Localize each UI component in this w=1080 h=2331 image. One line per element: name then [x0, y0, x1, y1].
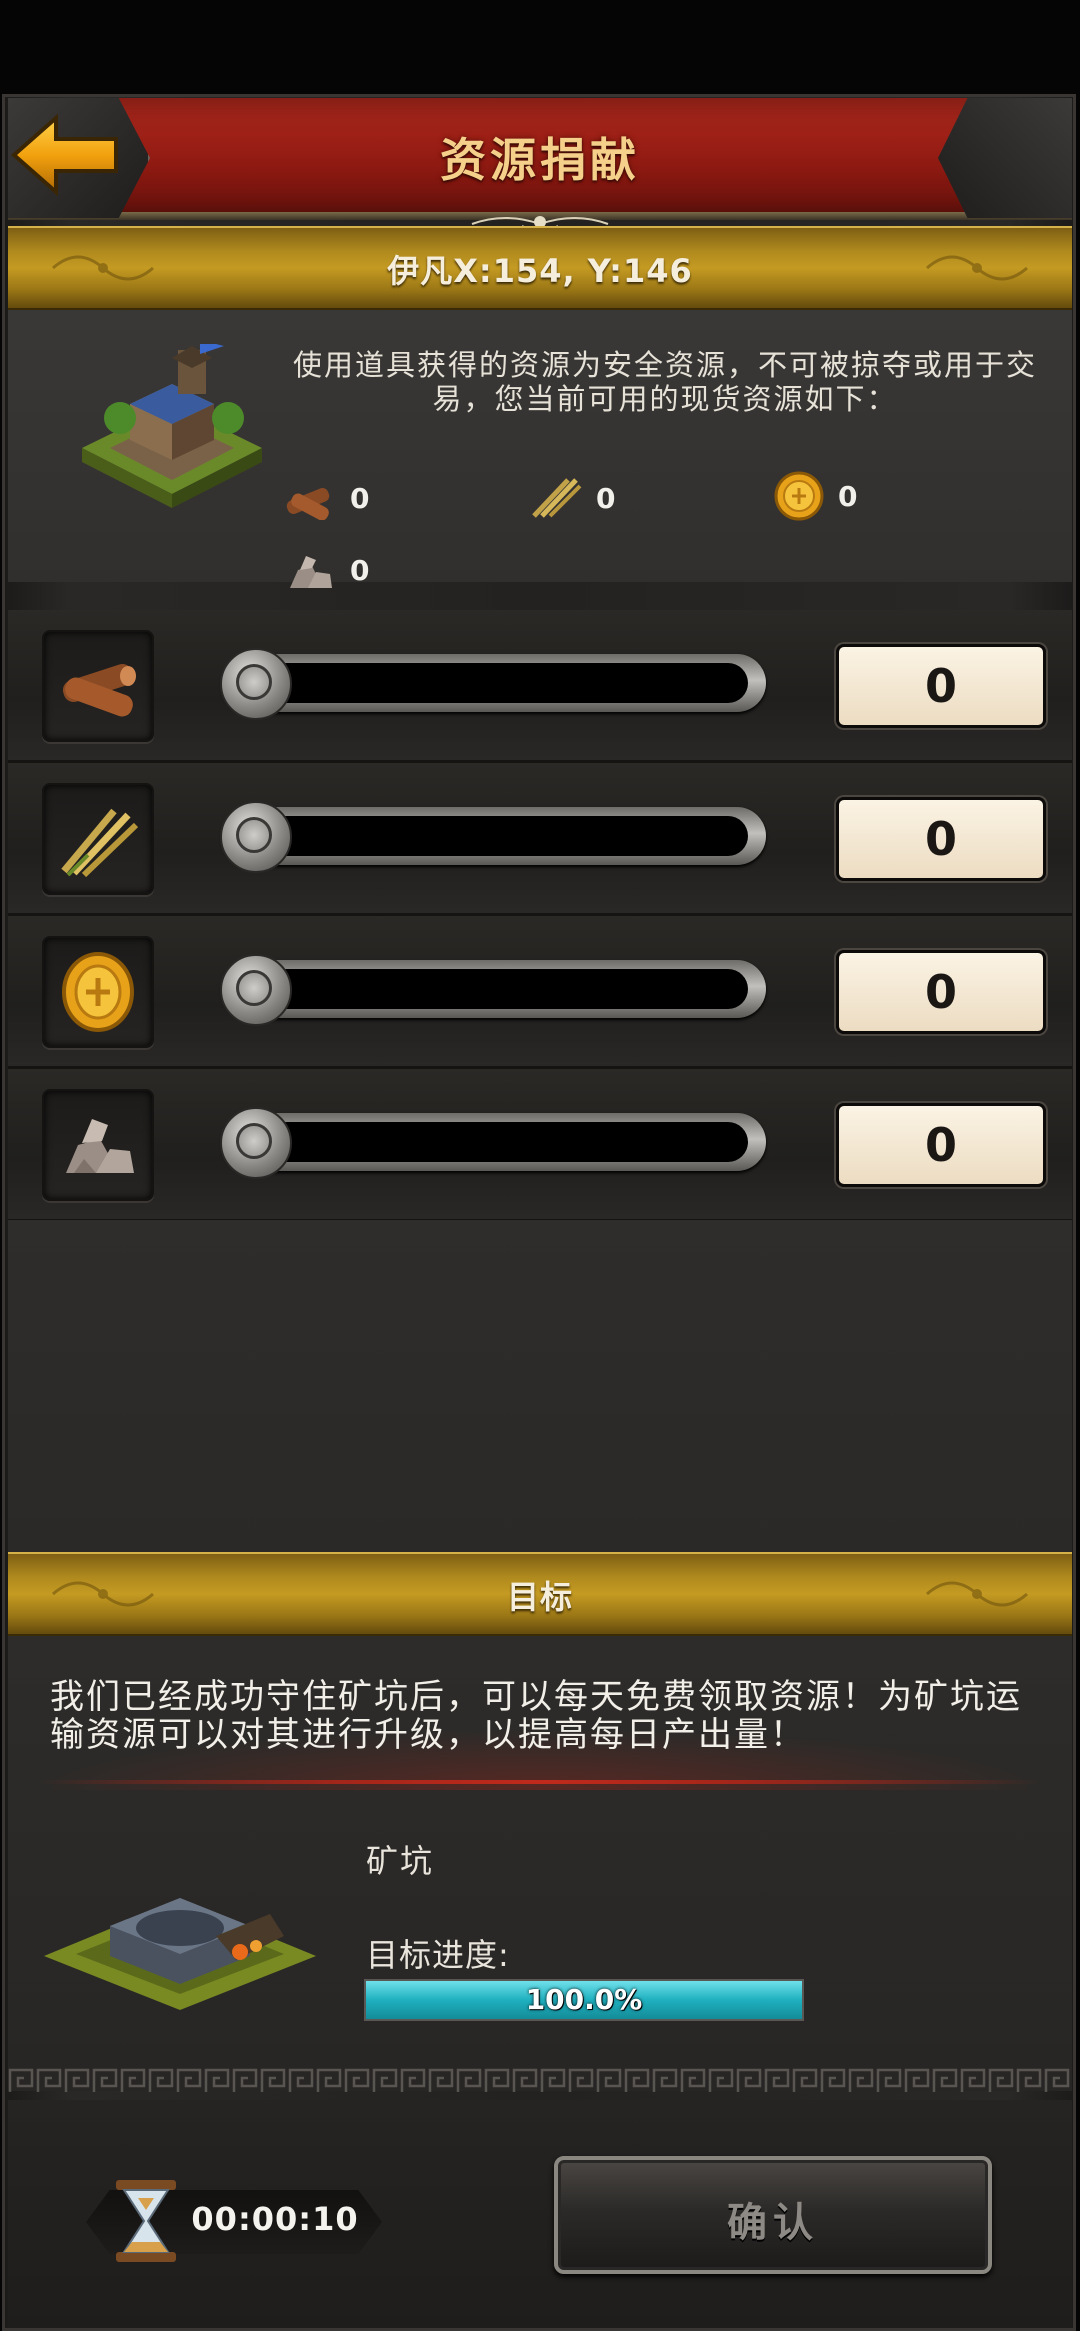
resource-icon-slot [42, 783, 154, 895]
wheat-icon [61, 808, 139, 878]
goal-divider [40, 1780, 1040, 1784]
target-progress-label: 目标进度: [366, 1936, 510, 1974]
stone-icon [290, 556, 332, 588]
gold-coin-icon [774, 471, 824, 521]
gold-slider-track[interactable] [222, 960, 766, 1018]
gold-amount-input[interactable]: 0 [836, 950, 1046, 1034]
goal-description: 我们已经成功守住矿坑后，可以每天免费领取资源！为矿坑运输资源可以对其进行升级，以… [50, 1677, 1022, 1755]
wheat-icon [532, 478, 582, 518]
warehouse-building-icon [82, 344, 262, 508]
stone-amount-input[interactable]: 0 [836, 1103, 1046, 1187]
available-wheat-value: 0 [596, 481, 616, 515]
resource-icon-slot [42, 936, 154, 1048]
location-coordinates: 伊凡X:154, Y:146 [387, 252, 693, 290]
wood-icon [62, 664, 136, 717]
available-wood: 0 [282, 476, 369, 520]
wood-slider-track[interactable] [222, 654, 766, 712]
wood-amount-input[interactable]: 0 [836, 644, 1046, 728]
confirm-label: 确认 [727, 2200, 819, 2246]
available-wheat: 0 [528, 476, 615, 520]
gold-slider-handle[interactable] [220, 954, 292, 1026]
empty-area [8, 1220, 1072, 1552]
confirm-button[interactable]: 确认 [554, 2156, 992, 2274]
progress-percentage: 100.0% [525, 1983, 643, 2016]
resource-icon-slot [42, 1089, 154, 1201]
goal-title: 目标 [506, 1578, 573, 1616]
target-progress-bar: 100.0% [364, 1979, 804, 2021]
info-description: 使用道具获得的资源为安全资源，不可被掠夺或用于交易，您当前可用的现货资源如下： [292, 348, 1037, 416]
resource-icon-slot [42, 630, 154, 742]
resource-row-stone: 0 [8, 1069, 1072, 1222]
wheat-slider-track[interactable] [222, 807, 766, 865]
available-gold: 0 [774, 470, 857, 522]
resource-row-wood: 0 [8, 610, 1072, 763]
resource-row-gold: 0 [8, 916, 1072, 1069]
page-title: 资源捐献 [440, 133, 640, 187]
wood-slider-handle[interactable] [220, 648, 292, 720]
resource-row-wheat: 0 [8, 763, 1072, 916]
stone-slider-handle[interactable] [220, 1107, 292, 1179]
timer-text: 00:00:10 [191, 2200, 359, 2238]
wheat-slider-handle[interactable] [220, 801, 292, 873]
available-stone-value: 0 [350, 553, 370, 587]
wood-icon [286, 488, 330, 520]
wheat-amount-input[interactable]: 0 [836, 797, 1046, 881]
stone-slider-track[interactable] [222, 1113, 766, 1171]
available-stone: 0 [282, 548, 369, 592]
location-banner: 伊凡X:154, Y:146 [8, 226, 1072, 310]
stone-icon [66, 1119, 134, 1173]
decorative-border [8, 2066, 1072, 2096]
available-wood-value: 0 [350, 481, 370, 515]
gold-coin-icon [62, 952, 134, 1032]
mine-building-icon [44, 1898, 316, 2010]
available-gold-value: 0 [838, 479, 858, 513]
target-name: 矿坑 [366, 1842, 435, 1880]
goal-banner: 目标 [8, 1552, 1072, 1636]
